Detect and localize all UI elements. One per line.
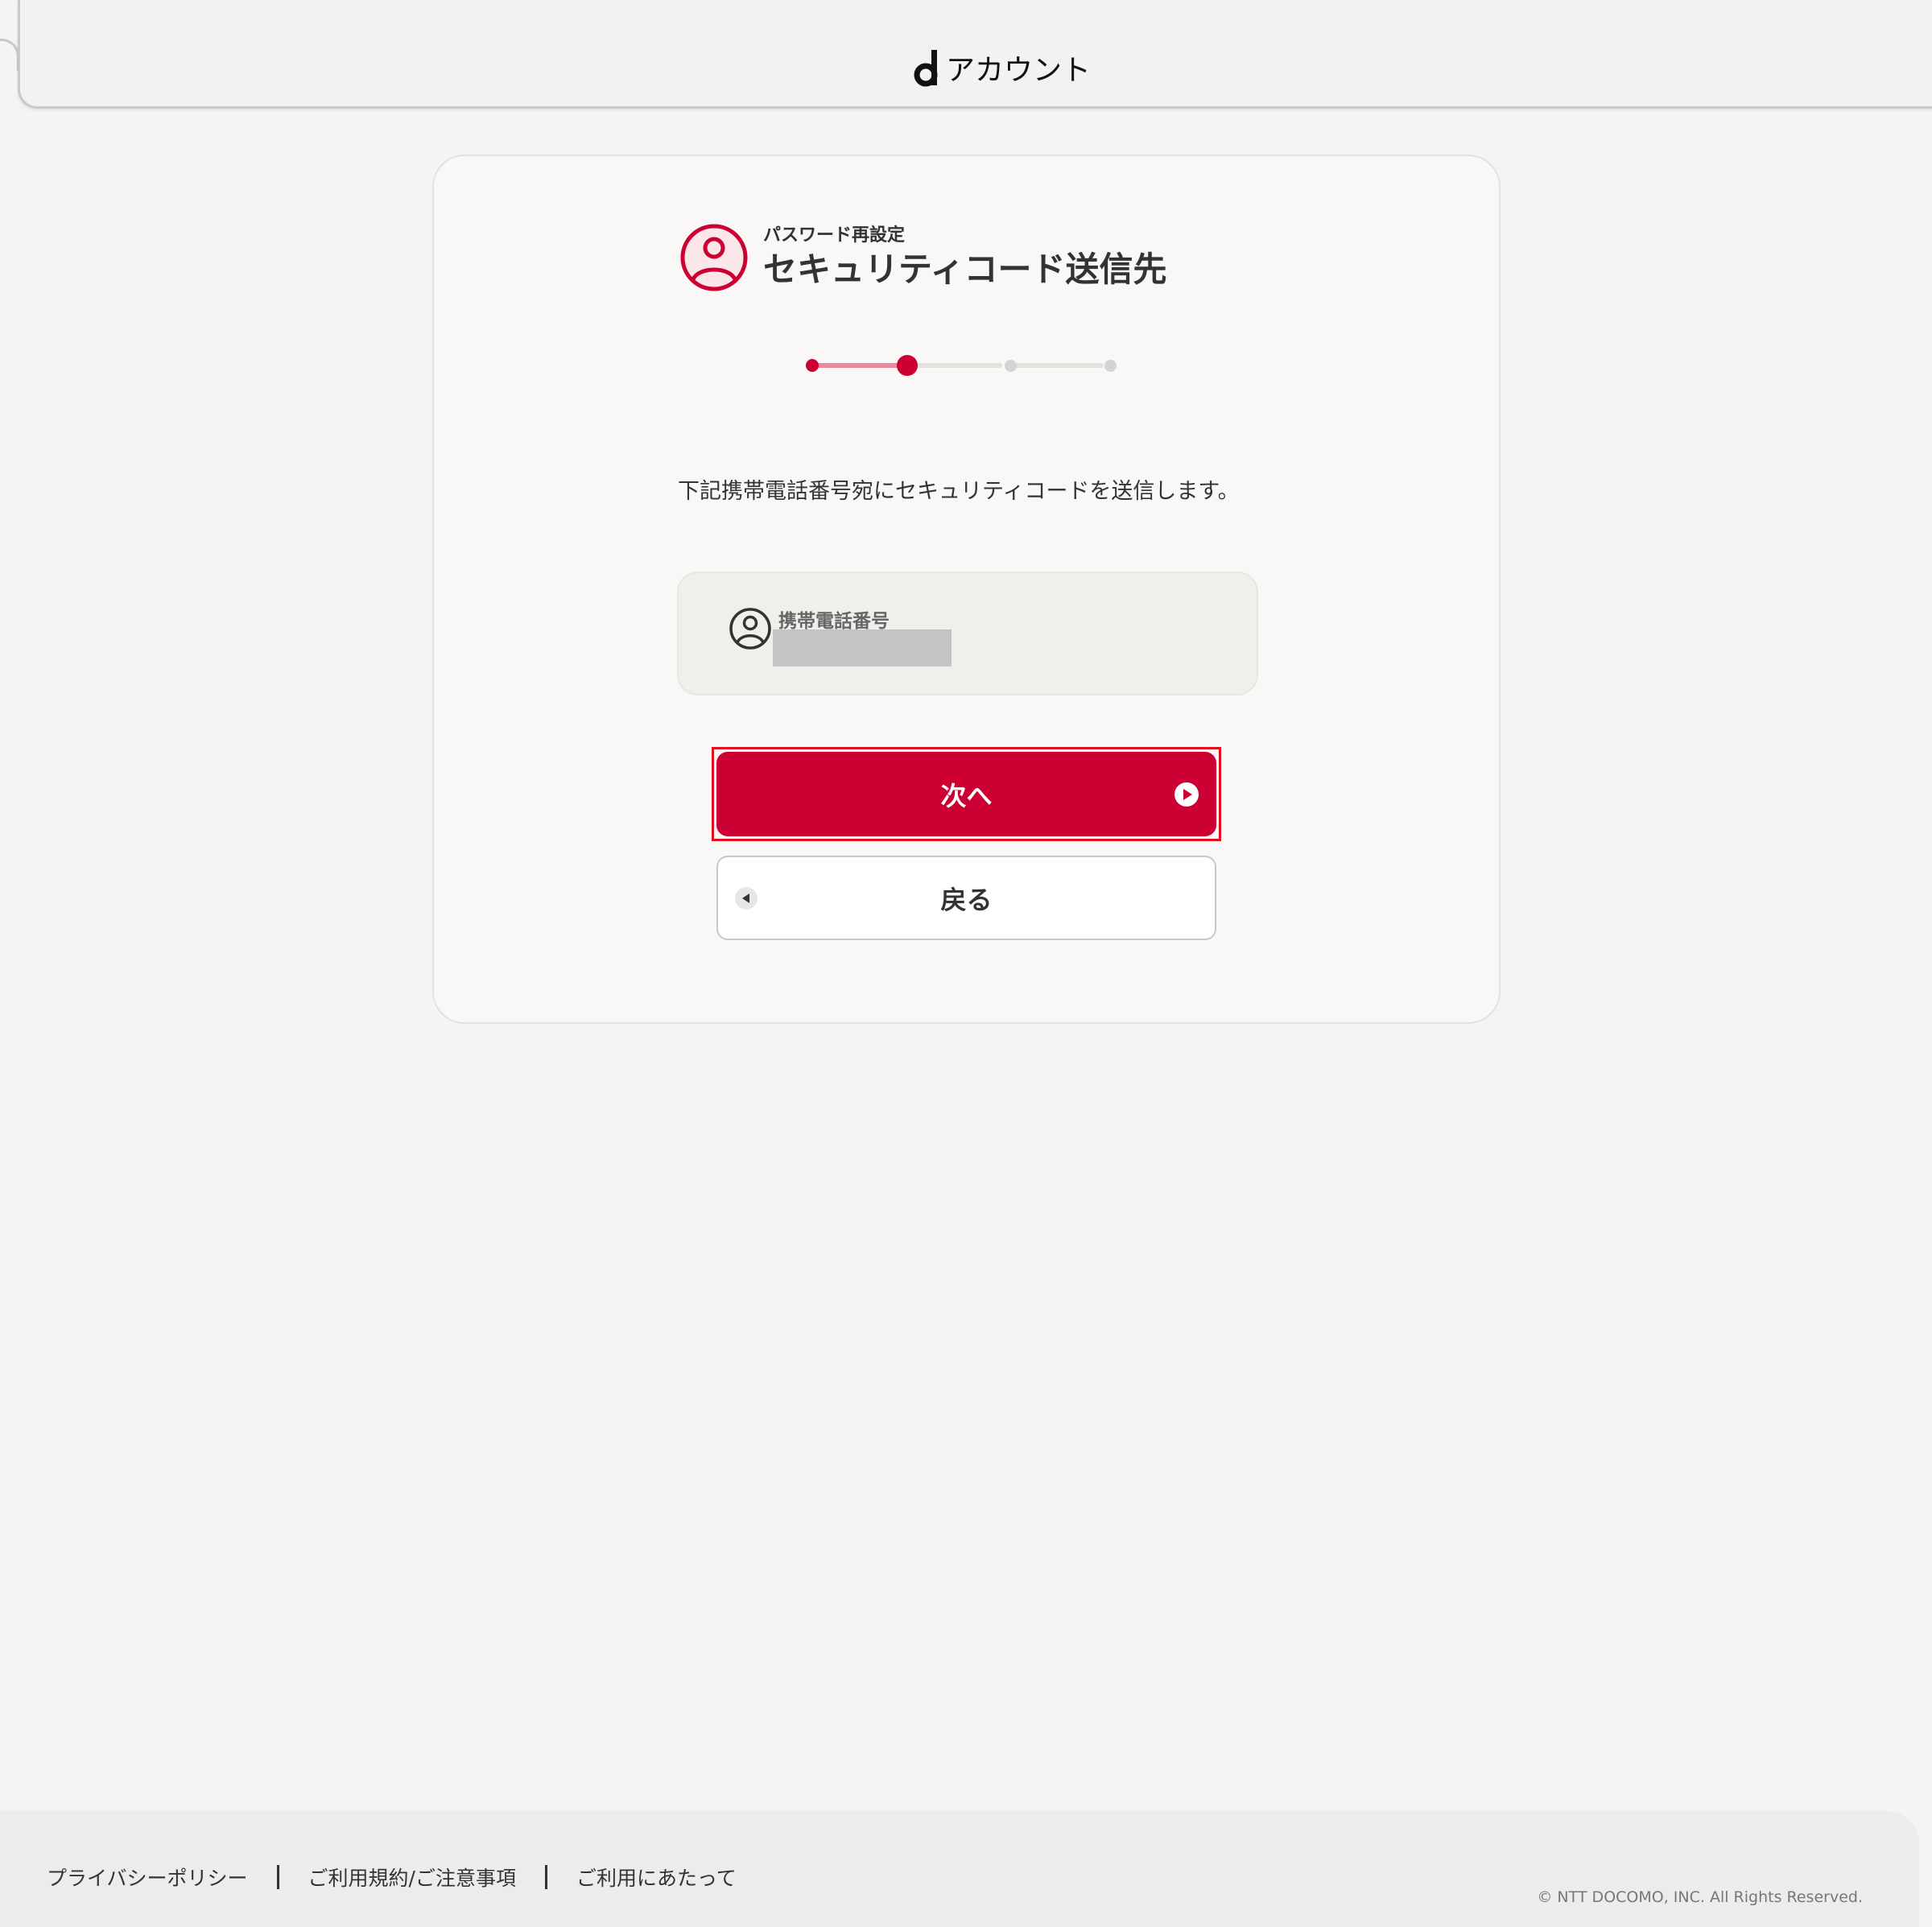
step-line-3 [1013, 363, 1104, 368]
back-button-label: 戻る [940, 884, 993, 915]
step-line-1 [814, 363, 901, 368]
logo-text: アカウント [946, 54, 1092, 87]
next-button-label: 次へ [940, 780, 993, 811]
footer-links: プライバシーポリシー ご利用規約/ご注意事項 ご利用にあたって [47, 1863, 737, 1892]
footer-divider [276, 1865, 279, 1889]
phone-number-label: 携帯電話番号 [778, 611, 890, 632]
back-arrow-icon [734, 886, 758, 910]
step-dot-3 [1005, 360, 1017, 372]
step-dot-4 [1104, 360, 1117, 372]
d-account-logo[interactable]: アカウント [914, 45, 1091, 87]
description-text: 下記携帯電話番号宛にセキュリティコードを送信します。 [678, 479, 1240, 504]
password-reset-card: パスワード再設定 セキュリティコード送信先 下記携帯電話番号宛にセキュリティコー… [432, 155, 1501, 1024]
page-subtitle: パスワード再設定 [763, 225, 906, 246]
user-circle-icon [729, 607, 772, 650]
phone-number-value-redacted [773, 629, 952, 666]
window-corner [0, 39, 19, 71]
progress-stepper [806, 353, 1128, 378]
step-dot-1 [806, 359, 819, 372]
back-button[interactable]: 戻る [716, 856, 1216, 940]
phone-number-box: 携帯電話番号 [677, 571, 1258, 695]
copyright-text: © NTT DOCOMO, INC. All Rights Reserved. [1537, 1888, 1863, 1906]
site-header: アカウント [18, 0, 1932, 109]
footer-link-usage-notes[interactable]: ご利用にあたって [576, 1863, 737, 1892]
play-circle-icon [1174, 782, 1199, 807]
step-dot-2-current [897, 355, 918, 376]
site-footer: プライバシーポリシー ご利用規約/ご注意事項 ご利用にあたって © NTT DO… [0, 1811, 1919, 1927]
next-button[interactable]: 次へ [716, 752, 1216, 836]
title-block: パスワード再設定 セキュリティコード送信先 [679, 223, 1166, 292]
d-logo-icon [914, 50, 941, 87]
user-circle-icon [679, 223, 749, 292]
footer-divider [544, 1865, 547, 1889]
footer-link-privacy-policy[interactable]: プライバシーポリシー [47, 1863, 248, 1892]
step-line-2 [914, 363, 1002, 368]
page-title: セキュリティコード送信先 [763, 250, 1167, 289]
footer-link-terms[interactable]: ご利用規約/ご注意事項 [308, 1863, 516, 1892]
